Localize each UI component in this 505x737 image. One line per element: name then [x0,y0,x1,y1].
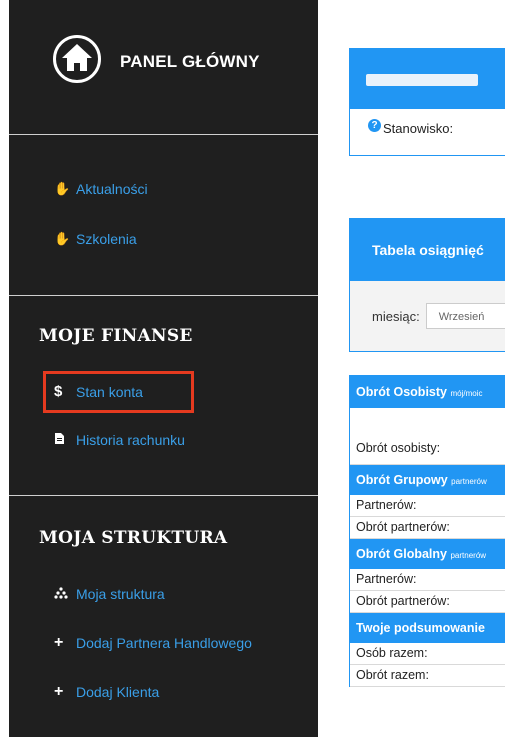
achievements-filter: miesiąc: Wrzesień [350,281,505,351]
redacted-name [366,74,478,86]
section-title-struktura: MOJA STRUKTURA [39,528,228,548]
profile-card-header [350,49,505,109]
achievements-card: Tabela osiągnięć miesiąc: Wrzesień [349,218,505,352]
table-header-globalny: Obrót Globalny partnerów [350,539,505,569]
plus-icon: + [54,683,64,700]
section-title-finanse: MOJE FINANSE [39,326,193,346]
nav-item-dodaj-klienta[interactable]: + Dodaj Klienta [54,683,159,701]
document-icon [54,432,76,448]
header-title: Twoje podsumowanie [356,621,485,635]
table-row: Partnerów: [350,495,505,517]
table-row: Obrót razem: [350,665,505,687]
plus-icon: + [54,634,64,651]
table-row: Obrót partnerów: [350,591,505,613]
achievements-title: Tabela osiągnięć [350,219,505,281]
header-sub: partnerów [450,551,487,560]
nav-item-moja-struktura[interactable]: Moja struktura [54,586,165,602]
highlight-box [43,371,194,413]
divider [9,295,318,296]
header-title: Obrót Grupowy [356,473,448,487]
table-row: Osób razem: [350,643,505,665]
stanowisko-label: Stanowisko: [383,121,454,136]
month-select[interactable]: Wrzesień [425,303,505,329]
table-header-osobisty: Obrót Osobisty mój/moic [350,376,505,408]
nav-label: Aktualności [76,181,148,197]
table-row: Partnerów: [350,569,505,591]
profile-card: ? Stanowisko: [349,48,505,156]
header-sub: partnerów [451,477,487,486]
handshake-icon: ✋ [54,231,71,246]
nav-label: Dodaj Klienta [76,684,160,700]
main-content: ? Stanowisko: Tabela osiągnięć miesiąc: … [318,0,505,737]
table-header-grupowy: Obrót Grupowy partnerów [350,465,505,495]
divider [9,495,318,496]
header-title: Obrót Osobisty [356,385,447,399]
table-row: Obrót osobisty: [350,408,505,465]
header-title: Obrót Globalny [356,547,447,561]
nav-label: Moja struktura [76,586,165,602]
question-icon[interactable]: ? [368,119,381,132]
nav-item-aktualnosci[interactable]: ✋ Aktualności [54,181,148,197]
handshake-icon: ✋ [54,181,71,196]
nav-item-dodaj-partnera[interactable]: + Dodaj Partnera Handlowego [54,634,252,652]
hierarchy-icon [54,586,76,602]
left-edge-strip [0,0,9,737]
table-row: Obrót partnerów: [350,517,505,539]
sidebar [9,0,318,737]
nav-label: Historia rachunku [76,432,185,448]
home-icon[interactable] [52,34,102,84]
month-label: miesiąc: [372,308,420,324]
logo-title[interactable]: PANEL GŁÓWNY [120,52,260,72]
divider [9,134,318,135]
turnover-table: Obrót Osobisty mój/moic Obrót osobisty: … [349,375,505,687]
profile-card-body: ? Stanowisko: [350,109,505,136]
header-sub: mój/moic [450,389,483,398]
nav-item-szkolenia[interactable]: ✋ Szkolenia [54,231,137,247]
table-header-podsumowanie: Twoje podsumowanie [350,613,505,643]
nav-label: Dodaj Partnera Handlowego [76,635,252,651]
nav-item-historia-rachunku[interactable]: Historia rachunku [54,432,185,448]
nav-label: Szkolenia [76,231,137,247]
